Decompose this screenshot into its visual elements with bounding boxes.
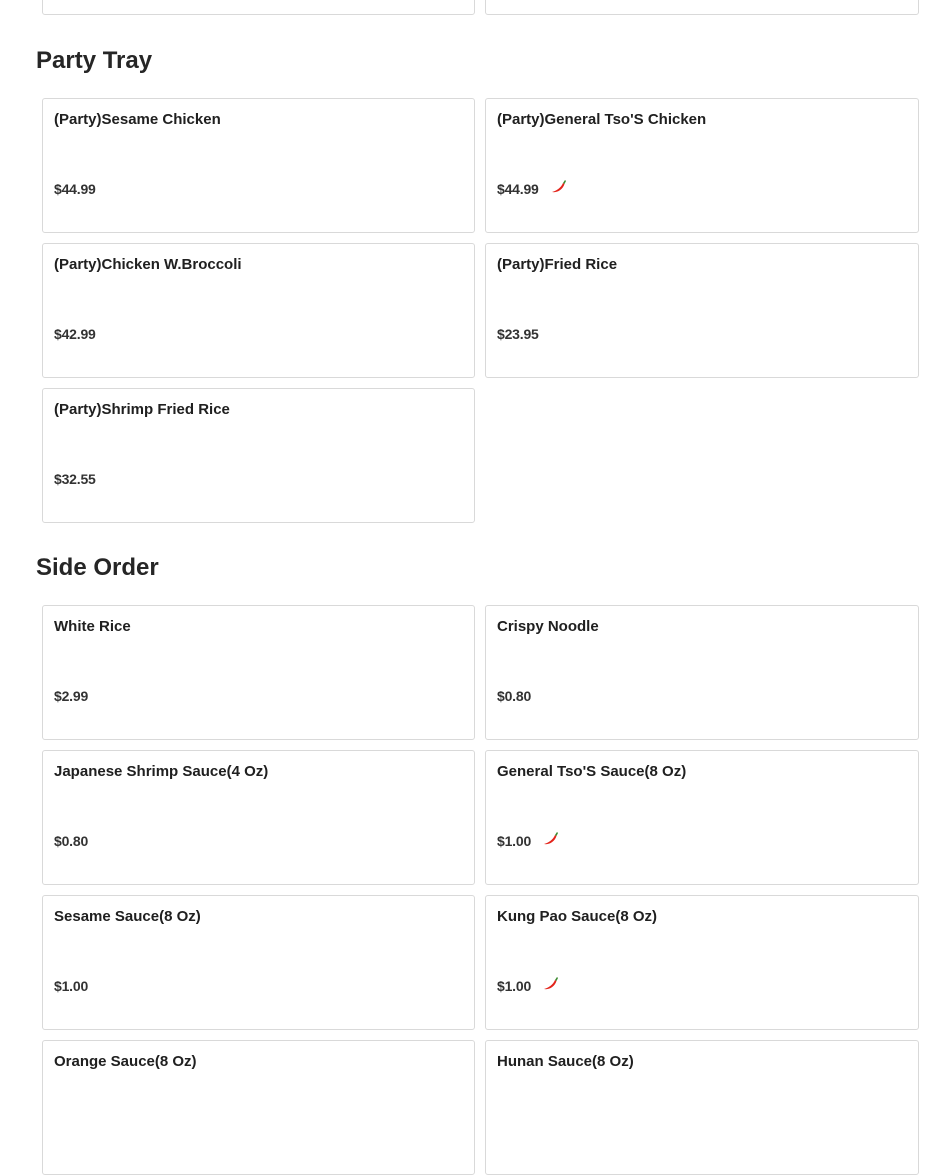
menu-item-price: $44.99 bbox=[497, 181, 539, 197]
menu-item-card[interactable]: Japanese Shrimp Sauce(4 Oz) $0.80 bbox=[42, 750, 475, 885]
section-title-side-order: Side Order bbox=[36, 554, 159, 581]
menu-item-name: Japanese Shrimp Sauce(4 Oz) bbox=[54, 763, 269, 780]
menu-item-name: (Party)Chicken W.Broccoli bbox=[54, 256, 242, 273]
menu-item-name: (Party)Shrimp Fried Rice bbox=[54, 401, 230, 418]
menu-item-name: Orange Sauce(8 Oz) bbox=[54, 1053, 197, 1070]
side-order-grid: White Rice $2.99 Crispy Noodle $0.80 Jap… bbox=[42, 605, 919, 1175]
menu-item-card[interactable]: Crispy Noodle $0.80 bbox=[485, 605, 919, 740]
menu-item-card[interactable]: Orange Sauce(8 Oz) bbox=[42, 1040, 475, 1175]
previous-section-cards bbox=[42, 0, 919, 17]
chili-pepper-icon bbox=[551, 180, 566, 193]
chili-pepper-icon bbox=[544, 977, 559, 990]
menu-item-name: Hunan Sauce(8 Oz) bbox=[497, 1053, 634, 1070]
menu-item-card[interactable]: Hunan Sauce(8 Oz) bbox=[485, 1040, 919, 1175]
party-tray-grid: (Party)Sesame Chicken $44.99 (Party)Gene… bbox=[42, 98, 919, 523]
menu-item-card[interactable]: (Party)Fried Rice $23.95 bbox=[485, 243, 919, 378]
menu-item-price: $23.95 bbox=[497, 326, 539, 342]
menu-item-name: General Tso'S Sauce(8 Oz) bbox=[497, 763, 687, 780]
menu-item-name: (Party)Fried Rice bbox=[497, 256, 618, 273]
chili-pepper-icon bbox=[544, 832, 559, 845]
menu-item-price: $1.00 bbox=[497, 833, 532, 849]
menu-item-name: White Rice bbox=[54, 618, 131, 635]
menu-item-price: $0.80 bbox=[54, 833, 89, 849]
menu-item-name: Crispy Noodle bbox=[497, 618, 599, 635]
menu-item-card[interactable]: (Party)Chicken W.Broccoli $42.99 bbox=[42, 243, 475, 378]
menu-item-price: $1.00 bbox=[54, 978, 89, 994]
menu-item-price: $0.80 bbox=[497, 688, 532, 704]
menu-item-price: $44.99 bbox=[54, 181, 96, 197]
menu-item-card[interactable]: Kung Pao Sauce(8 Oz) $1.00 bbox=[485, 895, 919, 1030]
menu-item-name: Kung Pao Sauce(8 Oz) bbox=[497, 908, 658, 925]
section-title-party-tray: Party Tray bbox=[36, 47, 153, 74]
menu-item-card-partial[interactable] bbox=[485, 0, 919, 15]
menu-item-card-partial[interactable] bbox=[42, 0, 475, 15]
menu-item-card[interactable]: (Party)General Tso'S Chicken $44.99 bbox=[485, 98, 919, 233]
menu-item-price: $1.00 bbox=[497, 978, 532, 994]
menu-item-price: $42.99 bbox=[54, 326, 96, 342]
menu-item-name: Sesame Sauce(8 Oz) bbox=[54, 908, 201, 925]
menu-item-card[interactable]: White Rice $2.99 bbox=[42, 605, 475, 740]
menu-item-price: $2.99 bbox=[54, 688, 89, 704]
menu-item-card[interactable]: (Party)Sesame Chicken $44.99 bbox=[42, 98, 475, 233]
menu-item-price: $32.55 bbox=[54, 471, 96, 487]
menu-item-name: (Party)General Tso'S Chicken bbox=[497, 111, 707, 128]
menu-item-card[interactable]: Sesame Sauce(8 Oz) $1.00 bbox=[42, 895, 475, 1030]
menu-item-name: (Party)Sesame Chicken bbox=[54, 111, 221, 128]
menu-item-card[interactable]: General Tso'S Sauce(8 Oz) $1.00 bbox=[485, 750, 919, 885]
menu-item-card[interactable]: (Party)Shrimp Fried Rice $32.55 bbox=[42, 388, 475, 523]
